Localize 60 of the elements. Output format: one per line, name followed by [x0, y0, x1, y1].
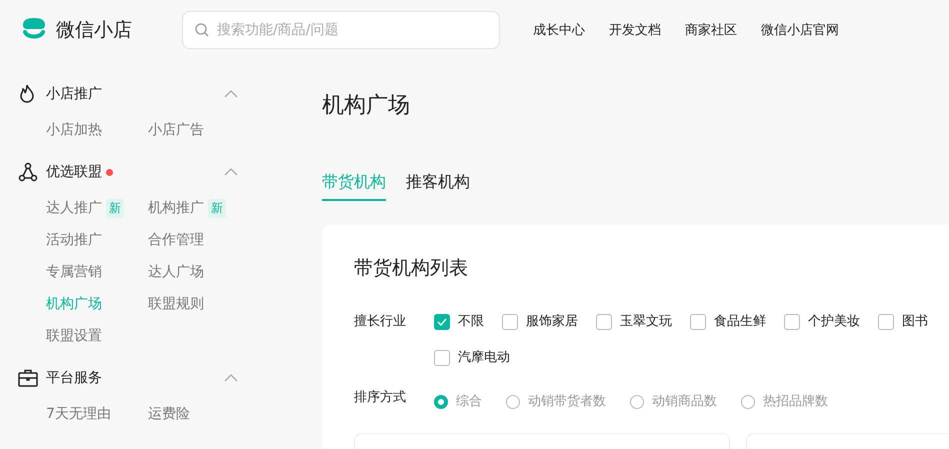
sidebar-item[interactable]: 合作管理	[148, 224, 204, 256]
sidebar-item[interactable]: 7天无理由	[46, 398, 111, 430]
checkbox[interactable]	[502, 314, 518, 330]
tab[interactable]: 推客机构	[406, 172, 470, 201]
checkbox-label[interactable]: 食品生鲜	[714, 311, 766, 333]
radio-label[interactable]: 热招品牌数	[763, 391, 828, 413]
briefcase-icon	[18, 369, 38, 387]
header-link[interactable]: 开发文档	[609, 21, 661, 39]
section-title[interactable]: 小店推广	[46, 85, 102, 103]
section-title[interactable]: 优选联盟	[46, 163, 102, 181]
search-icon	[195, 23, 209, 37]
sidebar-item[interactable]: 机构推广	[148, 192, 204, 224]
chevron-icon[interactable]	[224, 168, 238, 176]
sidebar-item[interactable]: 机构广场	[46, 288, 102, 320]
section-title[interactable]: 平台服务	[46, 369, 102, 387]
sidebar-item[interactable]: 活动推广	[46, 224, 102, 256]
checkbox[interactable]	[434, 314, 450, 330]
brand-name: 微信小店	[56, 18, 132, 43]
checkbox[interactable]	[784, 314, 800, 330]
tab[interactable]: 带货机构	[322, 172, 386, 201]
checkbox-label[interactable]: 汽摩电动	[458, 347, 510, 369]
sidebar-item[interactable]: 小店加热	[46, 114, 102, 146]
checkbox-label[interactable]: 个护美妆	[808, 311, 860, 333]
checkbox-label[interactable]: 玉翠文玩	[620, 311, 672, 333]
sidebar-item[interactable]: 联盟规则	[148, 288, 204, 320]
sidebar-item[interactable]: 联盟设置	[46, 320, 102, 352]
checkbox-label[interactable]: 不限	[458, 311, 484, 333]
new-badge: 新	[106, 198, 124, 218]
checkbox[interactable]	[434, 350, 450, 366]
header-link[interactable]: 微信小店官网	[761, 21, 839, 39]
checkbox[interactable]	[690, 314, 706, 330]
new-badge: 新	[208, 198, 226, 218]
chevron-icon[interactable]	[224, 90, 238, 98]
radio-button[interactable]	[741, 395, 755, 409]
radio-button[interactable]	[630, 395, 644, 409]
checkbox[interactable]	[596, 314, 612, 330]
filter-label: 排序方式	[354, 389, 407, 407]
flame-icon	[18, 84, 36, 104]
sidebar-item[interactable]: 专属营销	[46, 256, 102, 288]
checkbox-label[interactable]: 服饰家居	[526, 311, 578, 333]
filter-label: 擅长行业	[354, 313, 407, 331]
header-link[interactable]: 成长中心	[533, 21, 585, 39]
header-link[interactable]: 商家社区	[685, 21, 737, 39]
radio-label[interactable]: 动销带货者数	[528, 391, 606, 413]
radio-label[interactable]: 动销商品数	[652, 391, 717, 413]
checkbox-label[interactable]: 图书	[902, 311, 928, 333]
network-icon	[18, 162, 38, 182]
radio-label[interactable]: 综合	[456, 391, 482, 413]
search-field[interactable]: 搜索功能/商品/问题	[182, 11, 500, 49]
checkmark-icon	[437, 318, 447, 326]
sidebar-item[interactable]: 运费险	[148, 398, 190, 430]
chevron-icon[interactable]	[224, 374, 238, 382]
page-title: 机构广场	[322, 92, 411, 120]
sidebar-item[interactable]: 达人广场	[148, 256, 204, 288]
radio-button[interactable]	[434, 395, 448, 409]
sidebar-item[interactable]: 小店广告	[148, 114, 204, 146]
checkbox[interactable]	[878, 314, 894, 330]
radio-button[interactable]	[506, 395, 520, 409]
card-title: 带货机构列表	[354, 256, 469, 281]
sidebar-item[interactable]: 达人推广	[46, 192, 102, 224]
